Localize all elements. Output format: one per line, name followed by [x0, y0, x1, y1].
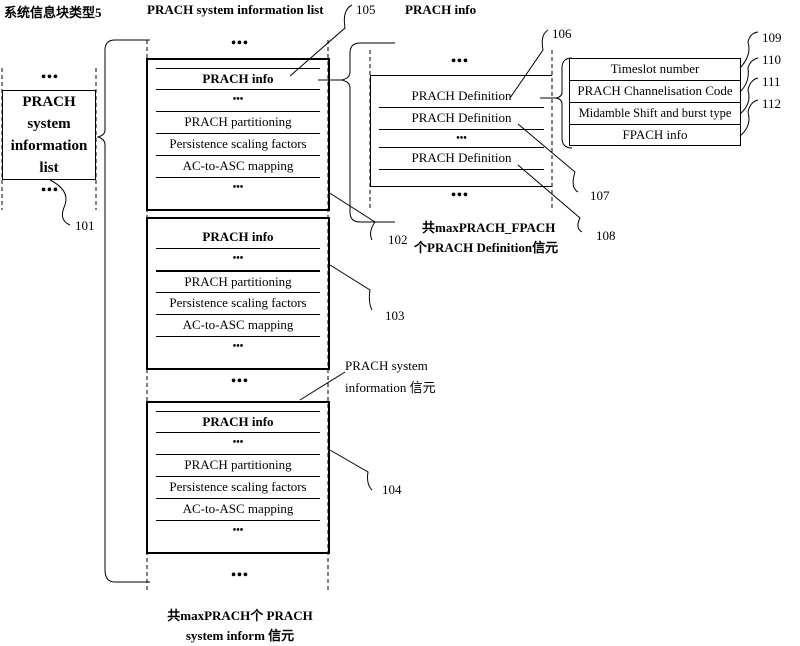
left-block-line: list — [39, 160, 59, 176]
prach-info-row: PRACH info — [156, 68, 320, 90]
ellipsis-row: ••• — [232, 182, 244, 193]
prach-info-row: PRACH info — [156, 227, 320, 249]
label-line: system inform 信元 — [185, 628, 295, 643]
midamble-shift-row: Midamble Shift and burst type — [570, 103, 740, 125]
prach-system-information-list-block: PRACH system information list — [2, 90, 96, 180]
ellipsis-row: ••• — [232, 341, 244, 352]
ellipsis-row: ••• — [156, 249, 320, 271]
max-prach-label: 共maxPRACH个 PRACH system inform 信元 — [160, 606, 320, 646]
ellipsis: ••• — [231, 374, 249, 389]
prach-system-information-block-2: PRACH info ••• PRACH partitioning Persis… — [146, 217, 330, 370]
ref-103: 103 — [385, 308, 405, 323]
label-line: 共maxPRACH_FPACH — [422, 220, 556, 235]
ac-to-asc-mapping-row: AC-to-ASC mapping — [156, 156, 320, 178]
prach-system-information-block-3: PRACH info ••• PRACH partitioning Persis… — [146, 401, 330, 554]
persistence-scaling-factors-row: Persistence scaling factors — [156, 477, 320, 499]
ellipsis: ••• — [231, 568, 249, 583]
prach-partitioning-row: PRACH partitioning — [156, 455, 320, 477]
prach-definition-fields-block: Timeslot number PRACH Channelisation Cod… — [569, 58, 741, 146]
prach-system-information-element-label: PRACH system information 信元 — [345, 355, 436, 399]
ref-105: 105 — [356, 2, 376, 17]
ref-104: 104 — [382, 482, 402, 497]
ref-101: 101 — [75, 218, 95, 233]
persistence-scaling-factors-row: Persistence scaling factors — [156, 134, 320, 156]
label-line: information 信元 — [345, 380, 436, 395]
max-prach-fpach-label: 共maxPRACH_FPACH 个PRACH Definition信元 — [414, 218, 558, 258]
left-block-line: information — [10, 138, 88, 154]
ellipsis-row: ••• — [232, 525, 244, 536]
label-line: 个PRACH Definition信元 — [414, 240, 559, 255]
prach-info-row: PRACH info — [156, 411, 320, 433]
prach-definition-row: PRACH Definition — [379, 108, 544, 130]
label-line: PRACH system — [345, 358, 428, 373]
ellipsis-row: ••• — [156, 90, 320, 112]
label-line: 共maxPRACH个 PRACH — [167, 608, 313, 623]
ellipsis: ••• — [231, 36, 249, 51]
sib-type-label: 系统信息块类型5 — [4, 5, 102, 20]
prach-definition-row: PRACH Definition — [379, 148, 544, 170]
ref-102: 102 — [388, 232, 408, 247]
ref-107: 107 — [590, 188, 610, 203]
ac-to-asc-mapping-row: AC-to-ASC mapping — [156, 315, 320, 337]
list-brace — [96, 39, 150, 583]
prach-channelisation-code-row: PRACH Channelisation Code — [570, 81, 740, 103]
prach-info-detail-block: PRACH Definition PRACH Definition ••• PR… — [370, 75, 552, 187]
ref-106: 106 — [552, 26, 572, 41]
timeslot-number-row: Timeslot number — [570, 59, 740, 81]
fpach-info-row: FPACH info — [622, 127, 688, 142]
prach-definition-row: PRACH Definition — [379, 86, 544, 108]
ref-111: 111 — [762, 74, 781, 89]
ac-to-asc-mapping-row: AC-to-ASC mapping — [156, 499, 320, 521]
ref-110: 110 — [762, 52, 782, 67]
ellipsis: ••• — [41, 183, 59, 198]
prach-system-information-list-title: PRACH system information list — [147, 2, 324, 17]
ref-112: 112 — [762, 96, 782, 111]
ellipsis: ••• — [451, 188, 469, 203]
ellipsis: ••• — [41, 70, 59, 85]
ellipsis: ••• — [451, 54, 469, 69]
ellipsis-row: ••• — [156, 433, 320, 455]
persistence-scaling-factors-row: Persistence scaling factors — [156, 293, 320, 315]
prach-info-title: PRACH info — [405, 2, 477, 17]
left-block-line: PRACH — [22, 94, 76, 110]
ref-109: 109 — [762, 30, 782, 45]
ref-108: 108 — [596, 228, 616, 243]
prach-partitioning-row: PRACH partitioning — [156, 112, 320, 134]
left-block-line: system — [27, 116, 71, 132]
ellipsis-row: ••• — [379, 130, 544, 148]
prach-partitioning-row: PRACH partitioning — [156, 271, 320, 293]
prach-system-information-block-1: PRACH info ••• PRACH partitioning Persis… — [146, 58, 330, 211]
